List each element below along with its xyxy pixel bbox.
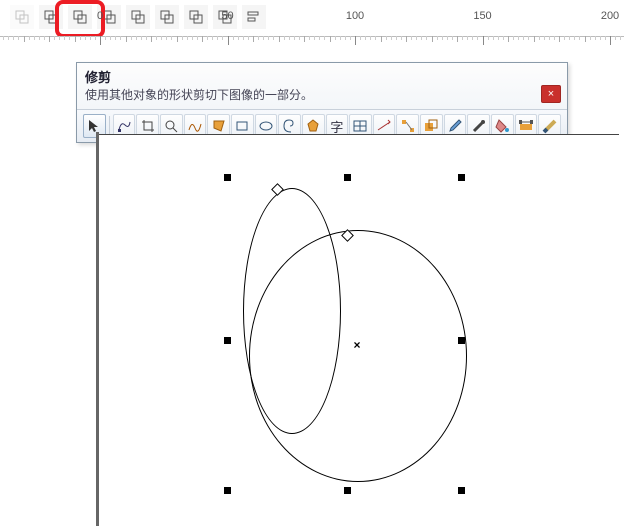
tooltip-header: 修剪 xyxy=(77,63,567,86)
selection-handle[interactable] xyxy=(344,487,351,494)
drawing-canvas[interactable]: × xyxy=(98,134,619,525)
ruler-label: 200 xyxy=(601,10,619,22)
ruler-label: 50 xyxy=(221,10,233,22)
front-minus-back-icon[interactable] xyxy=(155,5,179,29)
tooltip-panel: 修剪 使用其他对象的形状剪切下图像的一部分。 × 字 xyxy=(76,62,568,143)
weld-icon xyxy=(10,5,34,29)
trim-front-icon[interactable] xyxy=(39,5,63,29)
back-minus-front-icon[interactable] xyxy=(184,5,208,29)
trim-icon[interactable] xyxy=(68,5,92,29)
ruler-label: 150 xyxy=(473,10,491,22)
tooltip-description: 使用其他对象的形状剪切下图像的一部分。 xyxy=(77,86,567,109)
selection-handle[interactable] xyxy=(458,337,465,344)
selection-handle[interactable] xyxy=(224,337,231,344)
close-button[interactable]: × xyxy=(541,85,561,103)
tooltip-title: 修剪 xyxy=(85,70,111,85)
selection-center-icon: × xyxy=(353,338,360,352)
align-icon[interactable] xyxy=(242,5,266,29)
ruler-label: 0 xyxy=(97,10,103,22)
selection-handle[interactable] xyxy=(458,174,465,181)
selection-handle[interactable] xyxy=(344,174,351,181)
selection-handle[interactable] xyxy=(224,174,231,181)
ruler-label: 100 xyxy=(346,10,364,22)
selection-handle[interactable] xyxy=(458,487,465,494)
horizontal-ruler: 050100150200 xyxy=(0,36,624,60)
selection-handle[interactable] xyxy=(224,487,231,494)
simplify-icon[interactable] xyxy=(126,5,150,29)
ellipse-object[interactable] xyxy=(249,230,467,482)
